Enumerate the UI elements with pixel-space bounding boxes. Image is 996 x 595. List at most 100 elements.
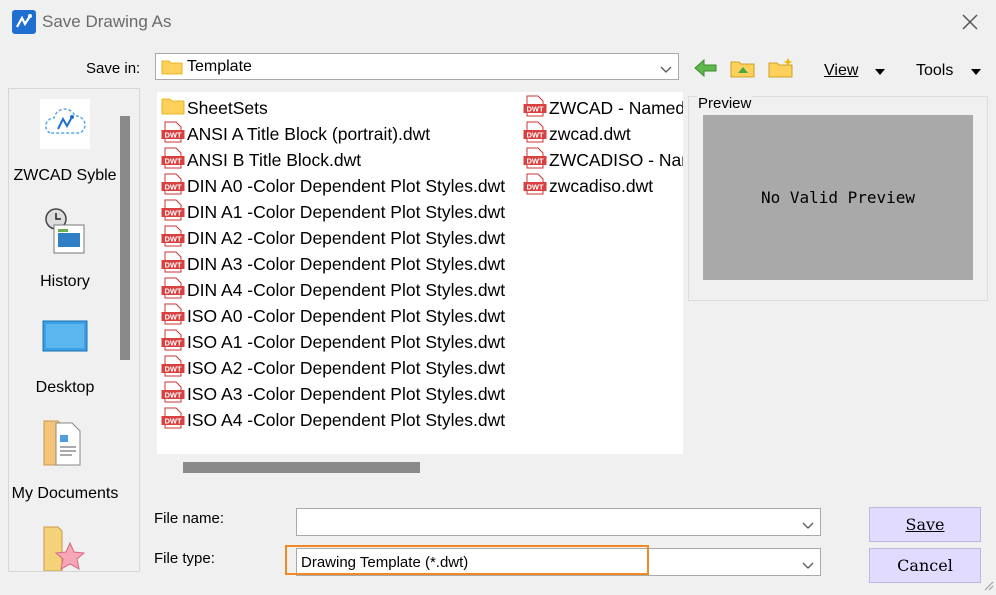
view-label: View bbox=[824, 62, 859, 79]
preview-label: Preview bbox=[697, 95, 753, 112]
dwt-file-icon: DWT bbox=[161, 381, 185, 407]
preview-area: No Valid Preview bbox=[703, 115, 973, 280]
svg-text:DWT: DWT bbox=[164, 261, 181, 270]
dwt-file-icon: DWT bbox=[523, 173, 547, 199]
file-item[interactable]: DWT DIN A3 -Color Dependent Plot Styles.d… bbox=[161, 251, 521, 277]
svg-text:DWT: DWT bbox=[164, 235, 181, 244]
preview-message: No Valid Preview bbox=[760, 188, 916, 207]
file-name: zwcad.dwt bbox=[549, 124, 631, 145]
file-item[interactable]: DWT DIN A4 -Color Dependent Plot Styles.d… bbox=[161, 277, 521, 303]
file-item[interactable]: DWT zwcadiso.dwt bbox=[523, 173, 683, 199]
file-item[interactable]: DWT ISO A1 -Color Dependent Plot Styles.d… bbox=[161, 329, 521, 355]
place-zwcad-syble[interactable]: ZWCAD Syble bbox=[9, 99, 121, 195]
history-icon bbox=[40, 205, 90, 255]
folder-icon bbox=[161, 58, 183, 75]
chevron-down-icon bbox=[659, 62, 673, 73]
file-item[interactable]: DWT ISO A4 -Color Dependent Plot Styles.d… bbox=[161, 407, 521, 433]
places-scrollbar[interactable] bbox=[120, 116, 130, 360]
save-button-label: Save bbox=[905, 515, 945, 534]
close-icon[interactable] bbox=[958, 10, 982, 34]
file-name: DIN A3 -Color Dependent Plot Styles.dwt bbox=[187, 254, 506, 275]
file-name: zwcadiso.dwt bbox=[549, 176, 654, 197]
view-dropdown-icon[interactable] bbox=[874, 64, 886, 81]
dwt-file-icon: DWT bbox=[161, 147, 185, 173]
dwt-file-icon: DWT bbox=[161, 225, 185, 251]
file-item[interactable]: DWT ISO A3 -Color Dependent Plot Styles.d… bbox=[161, 381, 521, 407]
file-list: SheetSets DWT ANSI A Title Block (portrait… bbox=[157, 92, 683, 454]
file-name: SheetSets bbox=[187, 98, 268, 118]
file-name: ANSI B Title Block.dwt bbox=[187, 150, 362, 171]
place-desktop[interactable]: Desktop bbox=[9, 311, 121, 407]
svg-text:DWT: DWT bbox=[164, 313, 181, 322]
tools-menu[interactable]: Tools bbox=[916, 62, 953, 80]
tools-dropdown-icon[interactable] bbox=[970, 64, 982, 81]
place-favorites[interactable] bbox=[9, 523, 121, 571]
svg-text:DWT: DWT bbox=[526, 131, 543, 140]
my-documents-icon bbox=[40, 417, 90, 467]
save-in-label: Save in: bbox=[86, 60, 141, 77]
tools-label: Tools bbox=[916, 62, 954, 79]
svg-text:DWT: DWT bbox=[164, 417, 181, 426]
file-item[interactable]: DWT ANSI B Title Block.dwt bbox=[161, 147, 521, 173]
window-title: Save Drawing As bbox=[42, 12, 172, 31]
dwt-file-icon: DWT bbox=[523, 95, 547, 121]
dwt-file-icon: DWT bbox=[161, 199, 185, 225]
file-item[interactable]: DWT ISO A0 -Color Dependent Plot Styles.d… bbox=[161, 303, 521, 329]
file-name: DIN A4 -Color Dependent Plot Styles.dwt bbox=[187, 280, 506, 301]
zwcad-cloud-icon bbox=[40, 99, 90, 149]
file-item[interactable]: DWT ISO A2 -Color Dependent Plot Styles.d… bbox=[161, 355, 521, 381]
dwt-file-icon: DWT bbox=[161, 355, 185, 381]
file-list-hscrollbar[interactable] bbox=[183, 462, 420, 473]
file-name-field[interactable] bbox=[296, 508, 821, 536]
svg-text:DWT: DWT bbox=[164, 157, 181, 166]
dwt-file-icon: DWT bbox=[523, 121, 547, 147]
file-item[interactable]: DWT ANSI A Title Block (portrait).dwt bbox=[161, 121, 521, 147]
save-in-dropdown[interactable]: Template bbox=[155, 53, 679, 80]
svg-text:DWT: DWT bbox=[526, 105, 543, 114]
favorites-icon bbox=[40, 523, 90, 571]
file-name: DIN A2 -Color Dependent Plot Styles.dwt bbox=[187, 228, 506, 249]
dwt-file-icon: DWT bbox=[161, 303, 185, 329]
place-label: History bbox=[40, 273, 90, 290]
desktop-icon bbox=[40, 311, 90, 361]
place-label: Desktop bbox=[35, 379, 95, 396]
file-name-label: File name: bbox=[154, 510, 225, 527]
file-item[interactable]: DWT DIN A2 -Color Dependent Plot Styles.d… bbox=[161, 225, 521, 251]
file-item[interactable]: DWT DIN A0 -Color Dependent Plot Styles.d… bbox=[161, 173, 521, 199]
dwt-file-icon: DWT bbox=[161, 251, 185, 277]
file-item[interactable]: DWT zwcad.dwt bbox=[523, 121, 683, 147]
svg-text:DWT: DWT bbox=[164, 339, 181, 348]
resize-grip-icon[interactable] bbox=[982, 578, 994, 591]
svg-text:DWT: DWT bbox=[164, 365, 181, 374]
svg-text:DWT: DWT bbox=[164, 183, 181, 192]
svg-text:DWT: DWT bbox=[526, 157, 543, 166]
place-my-documents[interactable]: My Documents bbox=[9, 417, 121, 513]
file-name: ISO A0 -Color Dependent Plot Styles.dwt bbox=[187, 306, 506, 327]
cancel-button[interactable]: Cancel bbox=[869, 548, 981, 583]
file-item[interactable]: DWT ZWCADISO - Named Plot Styles.dwt bbox=[523, 147, 683, 173]
file-item[interactable]: DWT ZWCAD - Named Plot Styles.dwt bbox=[523, 95, 683, 121]
place-label: ZWCAD Syble bbox=[13, 167, 117, 184]
new-folder-icon[interactable] bbox=[767, 56, 795, 80]
file-name: ANSI A Title Block (portrait).dwt bbox=[187, 124, 431, 145]
place-history[interactable]: History bbox=[9, 205, 121, 301]
place-label: My Documents bbox=[11, 485, 119, 502]
folder-item[interactable]: SheetSets bbox=[161, 95, 521, 121]
chevron-down-icon bbox=[801, 518, 815, 529]
view-menu[interactable]: View bbox=[824, 62, 858, 80]
file-type-highlight bbox=[285, 545, 649, 575]
back-icon[interactable] bbox=[692, 56, 720, 80]
save-button[interactable]: Save bbox=[869, 507, 981, 542]
file-name: DIN A0 -Color Dependent Plot Styles.dwt bbox=[187, 176, 506, 197]
file-item[interactable]: DWT DIN A1 -Color Dependent Plot Styles.d… bbox=[161, 199, 521, 225]
file-name: ZWCADISO - Named Plot Styles.dwt bbox=[549, 150, 683, 171]
file-type-label: File type: bbox=[154, 550, 215, 567]
svg-text:DWT: DWT bbox=[164, 287, 181, 296]
folder-icon bbox=[161, 96, 185, 121]
zwcad-app-icon bbox=[12, 10, 36, 34]
dwt-file-icon: DWT bbox=[161, 407, 185, 433]
file-name: ZWCAD - Named Plot Styles.dwt bbox=[549, 98, 683, 119]
file-name: ISO A4 -Color Dependent Plot Styles.dwt bbox=[187, 410, 506, 431]
up-folder-icon[interactable] bbox=[729, 56, 757, 80]
chevron-down-icon bbox=[801, 558, 815, 569]
